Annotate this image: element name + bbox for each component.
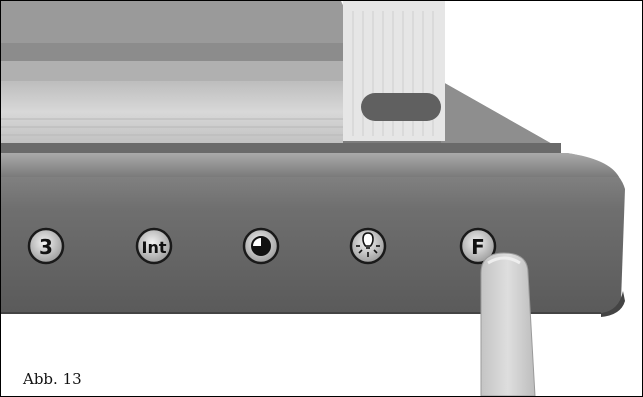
button-int-label: Int — [142, 238, 167, 257]
button-3-label: 3 — [39, 235, 53, 259]
tray-top — [1, 1, 361, 43]
finger-icon — [480, 252, 536, 396]
figure-caption: Abb. 13 — [23, 370, 82, 388]
button-light[interactable] — [349, 227, 387, 265]
slot-handle — [361, 93, 441, 121]
device-illustration: 3 Int F — [1, 1, 625, 396]
button-int[interactable]: Int — [135, 227, 173, 265]
tray-front — [1, 81, 343, 143]
button-3[interactable]: 3 — [27, 227, 65, 265]
button-density[interactable] — [242, 227, 280, 265]
pie-chart-icon — [251, 236, 271, 256]
figure-frame: 3 Int F Abb. 13 — [0, 0, 643, 397]
button-f-label: F — [471, 235, 485, 259]
